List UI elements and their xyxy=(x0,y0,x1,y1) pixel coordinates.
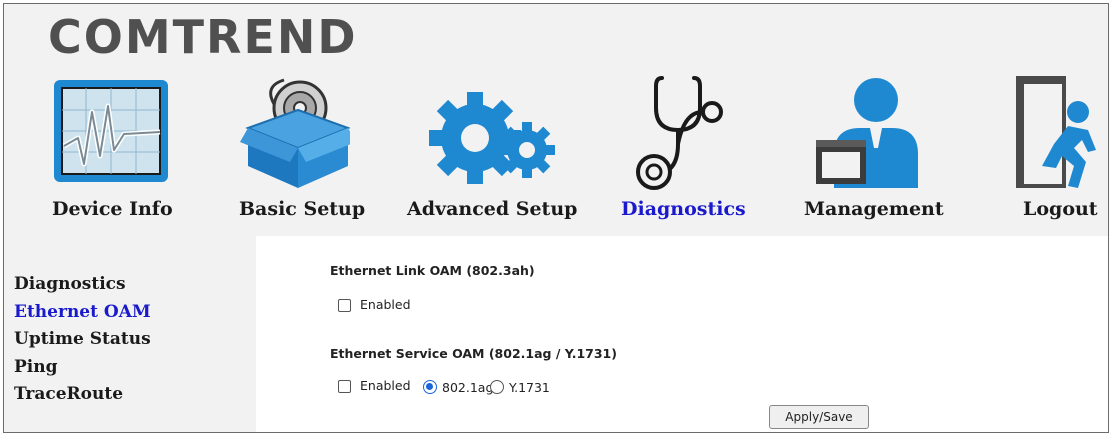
management-user-icon xyxy=(816,78,918,188)
radio-y1731-label: Y.1731 xyxy=(509,380,550,395)
sidebar-item-traceroute[interactable]: TraceRoute xyxy=(14,384,123,404)
header-bar: COMTREND Device Info Basic Setup Advance… xyxy=(4,4,1108,236)
link-oam-enabled-checkbox[interactable] xyxy=(338,299,351,312)
sidebar-item-diagnostics[interactable]: Diagnostics xyxy=(14,274,126,294)
nav-label-logout: Logout xyxy=(1023,198,1098,220)
radio-802-1ag[interactable] xyxy=(423,380,437,394)
comtrend-logo: COMTREND xyxy=(48,10,358,64)
link-oam-enabled-label: Enabled xyxy=(360,297,411,312)
router-web-ui: COMTREND Device Info Basic Setup Advance… xyxy=(3,3,1109,433)
service-oam-enabled-label: Enabled xyxy=(360,378,411,393)
radio-y1731[interactable] xyxy=(490,380,504,394)
radio-802-1ag-label: 802.1ag xyxy=(442,380,494,395)
ethernet-service-oam-title: Ethernet Service OAM (802.1ag / Y.1731) xyxy=(330,346,617,361)
basic-setup-box-icon xyxy=(240,78,350,188)
nav-label-diagnostics: Diagnostics xyxy=(621,198,746,220)
sidebar-item-ethernet-oam[interactable]: Ethernet OAM xyxy=(14,302,151,322)
nav-label-device-info: Device Info xyxy=(52,198,173,220)
sidebar: Diagnostics Ethernet OAM Uptime Status P… xyxy=(4,236,256,432)
nav-label-advanced-setup: Advanced Setup xyxy=(407,198,578,220)
advanced-setup-gears-icon xyxy=(429,92,555,184)
apply-save-button[interactable]: Apply/Save xyxy=(769,405,869,429)
sidebar-item-uptime-status[interactable]: Uptime Status xyxy=(14,329,151,349)
ethernet-link-oam-title: Ethernet Link OAM (802.3ah) xyxy=(330,263,535,278)
main-content: Ethernet Link OAM (802.3ah) Enabled Ethe… xyxy=(256,236,1108,432)
sidebar-item-ping[interactable]: Ping xyxy=(14,357,58,377)
diagnostics-stethoscope-icon xyxy=(636,76,723,190)
device-info-monitor-icon xyxy=(54,80,168,182)
nav-label-management: Management xyxy=(804,198,944,220)
nav-label-basic-setup: Basic Setup xyxy=(239,198,366,220)
logout-exit-icon xyxy=(1016,76,1096,188)
service-oam-enabled-checkbox[interactable] xyxy=(338,380,351,393)
